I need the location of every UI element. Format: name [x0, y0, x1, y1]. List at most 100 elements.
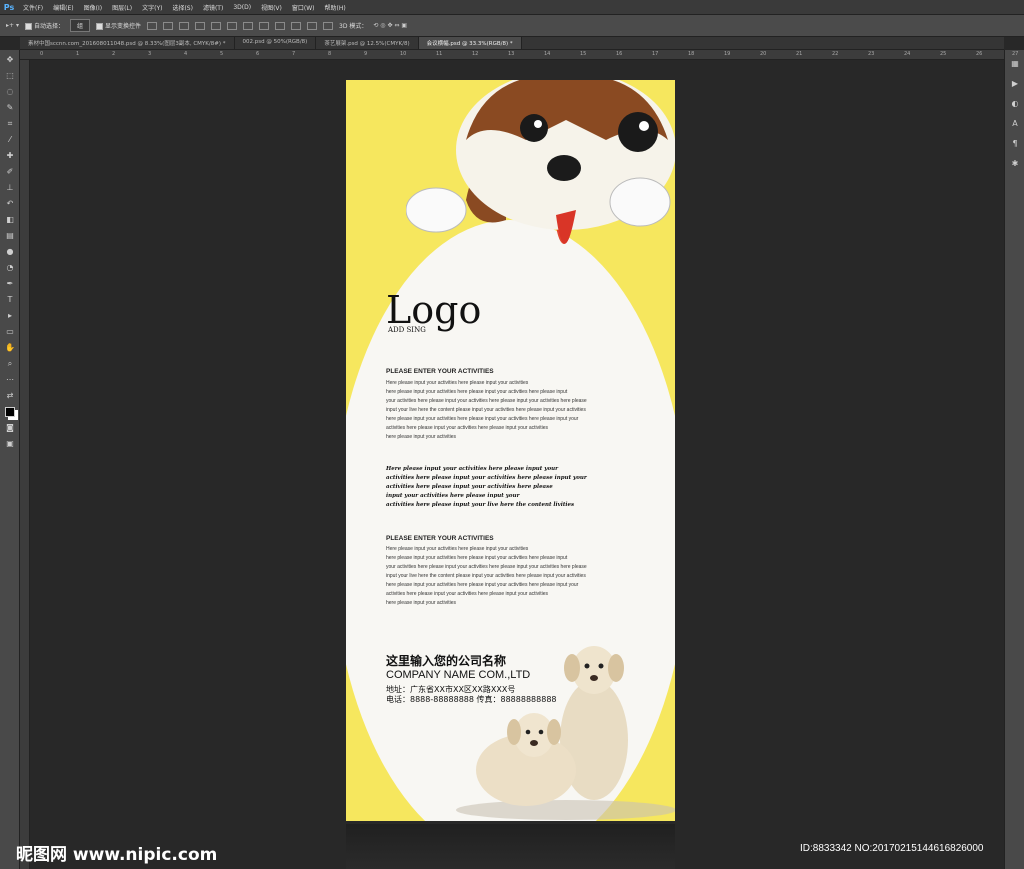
distribute-hcenter-icon[interactable]: [307, 21, 318, 30]
tab-document-3[interactable]: 茶艺展架.psd @ 12.5%(CMYK/8): [316, 37, 419, 49]
options-bar: ▸+ ▾ 自动选择： 组 显示变换控件 3D 模式： ⟲ ◎ ✥ ⇔ ▣: [0, 15, 1024, 37]
menu-select[interactable]: 选择(S): [167, 3, 198, 12]
ruler-tick-label: 12: [472, 51, 479, 57]
actions-panel-icon[interactable]: ▶: [1008, 76, 1022, 90]
distribute-left-icon[interactable]: [291, 21, 302, 30]
menu-file[interactable]: 文件(F): [18, 3, 48, 12]
paragraph-panel-icon[interactable]: ¶: [1008, 136, 1022, 150]
menu-image[interactable]: 图像(I): [79, 3, 107, 12]
ruler-tick-label: 20: [760, 51, 767, 57]
path-select-icon[interactable]: ▸: [3, 309, 17, 322]
swap-colors-icon[interactable]: ⇄: [3, 389, 17, 402]
eraser-icon[interactable]: ◧: [3, 213, 17, 226]
menu-3d[interactable]: 3D(D): [228, 4, 256, 11]
menu-bar: Ps 文件(F) 编辑(E) 图像(I) 图层(L) 文字(Y) 选择(S) 滤…: [0, 0, 1024, 15]
blur-icon[interactable]: ●: [3, 245, 17, 258]
ruler-tick-label: 13: [508, 51, 515, 57]
poster-body1-line: Here please input your activities here p…: [386, 380, 529, 386]
align-hcenter-icon[interactable]: [211, 21, 222, 30]
panel-dock: ▦ ▶ ◐ A ¶ ✱: [1004, 50, 1024, 869]
poster-body1-line: input your live here the content please …: [386, 407, 586, 413]
poster-document[interactable]: Logo ADD SING PLEASE ENTER YOUR ACTIVITI…: [346, 80, 675, 821]
ruler-tick-label: 14: [544, 51, 551, 57]
brush-icon[interactable]: ✐: [3, 165, 17, 178]
horizontal-ruler: 0 1 2 3 4 5 6 7 8 9 10 11 12 13 14 15 16 17 18 19 20 21 22 23 24…: [20, 50, 1018, 60]
poster-body2-line: here please input your activities: [386, 600, 457, 606]
move-tool-preset-icon[interactable]: ▸+ ▾: [6, 22, 19, 29]
crop-icon[interactable]: ⌗: [3, 117, 17, 130]
menu-view[interactable]: 视图(V): [256, 3, 287, 12]
tab-document-1[interactable]: 素材中国sccnn.com_201608011048.psd @ 8.33%(图…: [20, 37, 235, 49]
tab-document-2[interactable]: 002.psd @ 50%(RGB/8): [234, 37, 317, 49]
document-tabs: 素材中国sccnn.com_201608011048.psd @ 8.33%(图…: [20, 37, 1004, 50]
show-transform-option[interactable]: 显示变换控件: [96, 21, 141, 30]
ruler-tick-label: 1: [76, 51, 80, 57]
stamp-icon[interactable]: ⊥: [3, 181, 17, 194]
history-panel-icon[interactable]: ▦: [1008, 56, 1022, 70]
align-bottom-icon[interactable]: [179, 21, 190, 30]
ruler-tick-label: 15: [580, 51, 587, 57]
menu-layer[interactable]: 图层(L): [107, 3, 137, 12]
menu-window[interactable]: 窗口(W): [287, 3, 320, 12]
more-icon[interactable]: ⋯: [3, 373, 17, 386]
color-panel-icon[interactable]: ◐: [1008, 96, 1022, 110]
auto-select-checkbox[interactable]: [24, 23, 32, 30]
ruler-tick-label: 23: [868, 51, 875, 57]
healing-icon[interactable]: ✚: [3, 149, 17, 162]
ruler-tick-label: 2: [112, 51, 116, 57]
poster-heading-1: PLEASE ENTER YOUR ACTIVITIES: [386, 368, 494, 375]
ruler-tick-label: 27: [1012, 51, 1019, 57]
pen-icon[interactable]: ✒: [3, 277, 17, 290]
menu-edit[interactable]: 编辑(E): [48, 3, 78, 12]
ruler-tick-label: 5: [220, 51, 224, 57]
auto-select-option[interactable]: 自动选择：: [24, 21, 64, 30]
ruler-tick-label: 11: [436, 51, 443, 57]
poster-script-line: activities here please input your activi…: [386, 475, 587, 481]
poster-body2-line: input your live here the content please …: [386, 573, 586, 579]
3d-rotate-icon[interactable]: ⟲ ◎ ✥ ⇔ ▣: [373, 22, 407, 29]
ruler-tick-label: 3: [148, 51, 152, 57]
align-left-icon[interactable]: [195, 21, 206, 30]
shape-icon[interactable]: ▭: [3, 325, 17, 338]
show-transform-checkbox[interactable]: [96, 23, 103, 30]
poster-reflection: [346, 824, 675, 869]
menu-filter[interactable]: 滤镜(T): [198, 3, 228, 12]
poster-body1-line: here please input your activities here p…: [386, 416, 579, 422]
lasso-icon[interactable]: ◌: [3, 85, 17, 98]
type-icon[interactable]: T: [3, 293, 17, 306]
poster-script-line: Here please input your activities here p…: [386, 466, 559, 472]
gradient-icon[interactable]: ▤: [3, 229, 17, 242]
eyedropper-icon[interactable]: ⁄: [3, 133, 17, 146]
auto-select-target-dropdown[interactable]: 组: [69, 19, 90, 32]
distribute-right-icon[interactable]: [323, 21, 334, 30]
screen-mode-icon[interactable]: ▣: [3, 437, 17, 450]
ruler-tick-label: 19: [724, 51, 731, 57]
distribute-vcenter-icon[interactable]: [259, 21, 270, 30]
menu-type[interactable]: 文字(Y): [137, 3, 167, 12]
dodge-icon[interactable]: ◔: [3, 261, 17, 274]
3d-mode-label: 3D 模式：: [339, 23, 368, 30]
distribute-top-icon[interactable]: [243, 21, 254, 30]
vertical-ruler: [20, 60, 30, 869]
ruler-tick-label: 9: [364, 51, 368, 57]
align-top-icon[interactable]: [147, 21, 158, 30]
quick-select-icon[interactable]: ✎: [3, 101, 17, 114]
quickmask-icon[interactable]: ◙: [3, 421, 17, 434]
menu-help[interactable]: 帮助(H): [320, 3, 351, 12]
hand-icon[interactable]: ✋: [3, 341, 17, 354]
character-panel-icon[interactable]: A: [1008, 116, 1022, 130]
poster-script-line: activities here please input your live h…: [386, 502, 575, 508]
distribute-bottom-icon[interactable]: [275, 21, 286, 30]
tab-document-4-active[interactable]: 会议横幅.psd @ 33.3%(RGB/8) *: [418, 37, 522, 49]
brush-panel-icon[interactable]: ✱: [1008, 156, 1022, 170]
align-right-icon[interactable]: [227, 21, 238, 30]
poster-script-line: activities here please input your activi…: [386, 484, 553, 490]
zoom-icon[interactable]: ⌕: [3, 357, 17, 370]
move-icon[interactable]: ✥: [3, 53, 17, 66]
ruler-tick-label: 8: [328, 51, 332, 57]
marquee-icon[interactable]: ⬚: [3, 69, 17, 82]
history-brush-icon[interactable]: ↶: [3, 197, 17, 210]
align-vcenter-icon[interactable]: [163, 21, 174, 30]
poster-body1-line: here please input your activities here p…: [386, 389, 568, 395]
foreground-color-icon[interactable]: [3, 405, 17, 418]
